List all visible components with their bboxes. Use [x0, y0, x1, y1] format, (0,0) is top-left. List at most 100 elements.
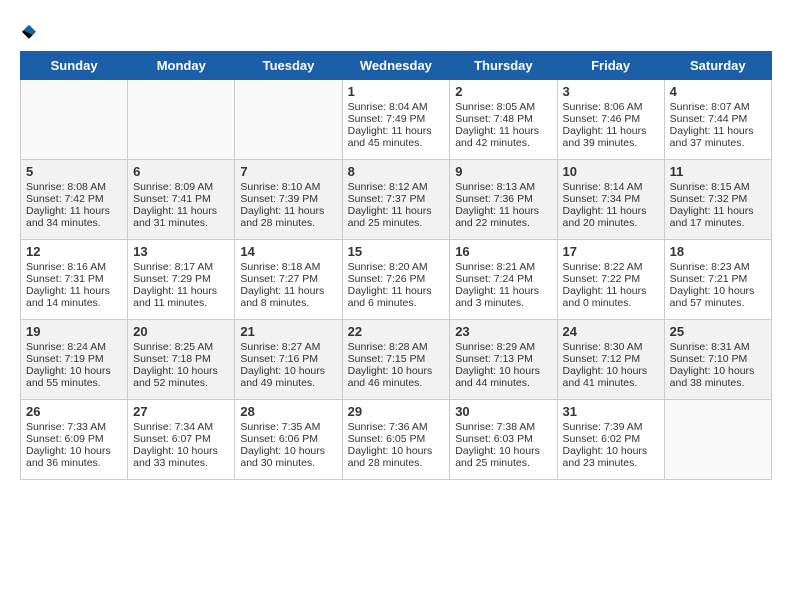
day-header-friday: Friday [557, 52, 664, 80]
calendar-cell [128, 80, 235, 160]
day-info: Sunset: 7:19 PM [26, 353, 122, 365]
day-number: 26 [26, 404, 122, 419]
day-info: Sunset: 7:12 PM [563, 353, 659, 365]
calendar-cell: 28Sunrise: 7:35 AMSunset: 6:06 PMDayligh… [235, 400, 342, 480]
day-info: Daylight: 10 hours and 28 minutes. [348, 445, 445, 469]
day-number: 22 [348, 324, 445, 339]
calendar-cell: 5Sunrise: 8:08 AMSunset: 7:42 PMDaylight… [21, 160, 128, 240]
day-info: Daylight: 11 hours and 22 minutes. [455, 205, 551, 229]
calendar-cell: 16Sunrise: 8:21 AMSunset: 7:24 PMDayligh… [450, 240, 557, 320]
day-info: Daylight: 10 hours and 46 minutes. [348, 365, 445, 389]
day-info: Daylight: 11 hours and 8 minutes. [240, 285, 336, 309]
calendar-cell: 23Sunrise: 8:29 AMSunset: 7:13 PMDayligh… [450, 320, 557, 400]
day-number: 6 [133, 164, 229, 179]
day-info: Sunrise: 8:09 AM [133, 181, 229, 193]
day-header-monday: Monday [128, 52, 235, 80]
day-info: Sunrise: 8:16 AM [26, 261, 122, 273]
day-info: Sunrise: 8:23 AM [670, 261, 766, 273]
calendar-cell: 11Sunrise: 8:15 AMSunset: 7:32 PMDayligh… [664, 160, 771, 240]
day-info: Sunrise: 7:36 AM [348, 421, 445, 433]
day-info: Daylight: 11 hours and 17 minutes. [670, 205, 766, 229]
day-info: Daylight: 10 hours and 33 minutes. [133, 445, 229, 469]
calendar-cell: 3Sunrise: 8:06 AMSunset: 7:46 PMDaylight… [557, 80, 664, 160]
day-info: Sunset: 7:29 PM [133, 273, 229, 285]
calendar-cell [235, 80, 342, 160]
day-header-tuesday: Tuesday [235, 52, 342, 80]
day-number: 7 [240, 164, 336, 179]
calendar-week-1: 1Sunrise: 8:04 AMSunset: 7:49 PMDaylight… [21, 80, 772, 160]
day-info: Sunrise: 8:14 AM [563, 181, 659, 193]
day-number: 17 [563, 244, 659, 259]
logo-text: ▶ [20, 20, 36, 41]
day-number: 9 [455, 164, 551, 179]
day-header-thursday: Thursday [450, 52, 557, 80]
day-info: Sunset: 7:48 PM [455, 113, 551, 125]
day-info: Sunset: 7:16 PM [240, 353, 336, 365]
day-info: Sunset: 6:05 PM [348, 433, 445, 445]
day-info: Daylight: 11 hours and 28 minutes. [240, 205, 336, 229]
calendar-cell: 24Sunrise: 8:30 AMSunset: 7:12 PMDayligh… [557, 320, 664, 400]
calendar-cell: 19Sunrise: 8:24 AMSunset: 7:19 PMDayligh… [21, 320, 128, 400]
day-number: 29 [348, 404, 445, 419]
calendar-cell: 27Sunrise: 7:34 AMSunset: 6:07 PMDayligh… [128, 400, 235, 480]
day-info: Daylight: 11 hours and 3 minutes. [455, 285, 551, 309]
day-info: Daylight: 11 hours and 45 minutes. [348, 125, 445, 149]
day-info: Sunrise: 7:38 AM [455, 421, 551, 433]
day-header-wednesday: Wednesday [342, 52, 450, 80]
day-info: Sunset: 7:34 PM [563, 193, 659, 205]
day-info: Sunset: 6:07 PM [133, 433, 229, 445]
day-info: Sunrise: 8:28 AM [348, 341, 445, 353]
calendar-cell: 12Sunrise: 8:16 AMSunset: 7:31 PMDayligh… [21, 240, 128, 320]
day-info: Sunrise: 7:35 AM [240, 421, 336, 433]
calendar-cell: 22Sunrise: 8:28 AMSunset: 7:15 PMDayligh… [342, 320, 450, 400]
day-number: 4 [670, 84, 766, 99]
day-number: 30 [455, 404, 551, 419]
calendar-cell: 26Sunrise: 7:33 AMSunset: 6:09 PMDayligh… [21, 400, 128, 480]
day-info: Daylight: 11 hours and 6 minutes. [348, 285, 445, 309]
calendar-cell: 17Sunrise: 8:22 AMSunset: 7:22 PMDayligh… [557, 240, 664, 320]
day-info: Sunset: 7:39 PM [240, 193, 336, 205]
calendar-cell: 15Sunrise: 8:20 AMSunset: 7:26 PMDayligh… [342, 240, 450, 320]
day-info: Sunset: 7:26 PM [348, 273, 445, 285]
day-number: 13 [133, 244, 229, 259]
calendar-cell: 21Sunrise: 8:27 AMSunset: 7:16 PMDayligh… [235, 320, 342, 400]
day-info: Daylight: 11 hours and 39 minutes. [563, 125, 659, 149]
day-info: Sunset: 7:42 PM [26, 193, 122, 205]
calendar-cell: 14Sunrise: 8:18 AMSunset: 7:27 PMDayligh… [235, 240, 342, 320]
day-info: Sunset: 7:13 PM [455, 353, 551, 365]
day-info: Daylight: 10 hours and 55 minutes. [26, 365, 122, 389]
day-info: Daylight: 10 hours and 36 minutes. [26, 445, 122, 469]
day-number: 11 [670, 164, 766, 179]
day-number: 18 [670, 244, 766, 259]
calendar-cell: 8Sunrise: 8:12 AMSunset: 7:37 PMDaylight… [342, 160, 450, 240]
day-info: Daylight: 11 hours and 37 minutes. [670, 125, 766, 149]
calendar-cell: 7 Sunrise: 8:10 AMSunset: 7:39 PMDaylight… [235, 160, 342, 240]
calendar-cell: 9Sunrise: 8:13 AMSunset: 7:36 PMDaylight… [450, 160, 557, 240]
calendar-cell [21, 80, 128, 160]
day-info: Sunset: 6:06 PM [240, 433, 336, 445]
day-number: 3 [563, 84, 659, 99]
calendar-cell: 25Sunrise: 8:31 AMSunset: 7:10 PMDayligh… [664, 320, 771, 400]
day-number: 14 [240, 244, 336, 259]
calendar-cell [664, 400, 771, 480]
day-info: Daylight: 11 hours and 31 minutes. [133, 205, 229, 229]
day-info: Sunset: 7:10 PM [670, 353, 766, 365]
day-info: Sunset: 7:49 PM [348, 113, 445, 125]
day-number: 19 [26, 324, 122, 339]
day-info: Sunrise: 8:12 AM [348, 181, 445, 193]
day-info: Sunrise: 7:33 AM [26, 421, 122, 433]
logo-icon: ▶ [22, 25, 36, 39]
day-info: Sunset: 7:31 PM [26, 273, 122, 285]
calendar-cell: 2Sunrise: 8:05 AMSunset: 7:48 PMDaylight… [450, 80, 557, 160]
day-number: 1 [348, 84, 445, 99]
calendar-cell: 18Sunrise: 8:23 AMSunset: 7:21 PMDayligh… [664, 240, 771, 320]
day-info: Daylight: 10 hours and 23 minutes. [563, 445, 659, 469]
day-info: Sunset: 7:18 PM [133, 353, 229, 365]
day-info: Sunrise: 8:25 AM [133, 341, 229, 353]
day-number: 8 [348, 164, 445, 179]
day-number: 21 [240, 324, 336, 339]
day-info: Sunset: 7:36 PM [455, 193, 551, 205]
day-info: Sunrise: 8:31 AM [670, 341, 766, 353]
day-info: Sunrise: 8:10 AM [240, 181, 336, 193]
day-info: Sunrise: 8:17 AM [133, 261, 229, 273]
